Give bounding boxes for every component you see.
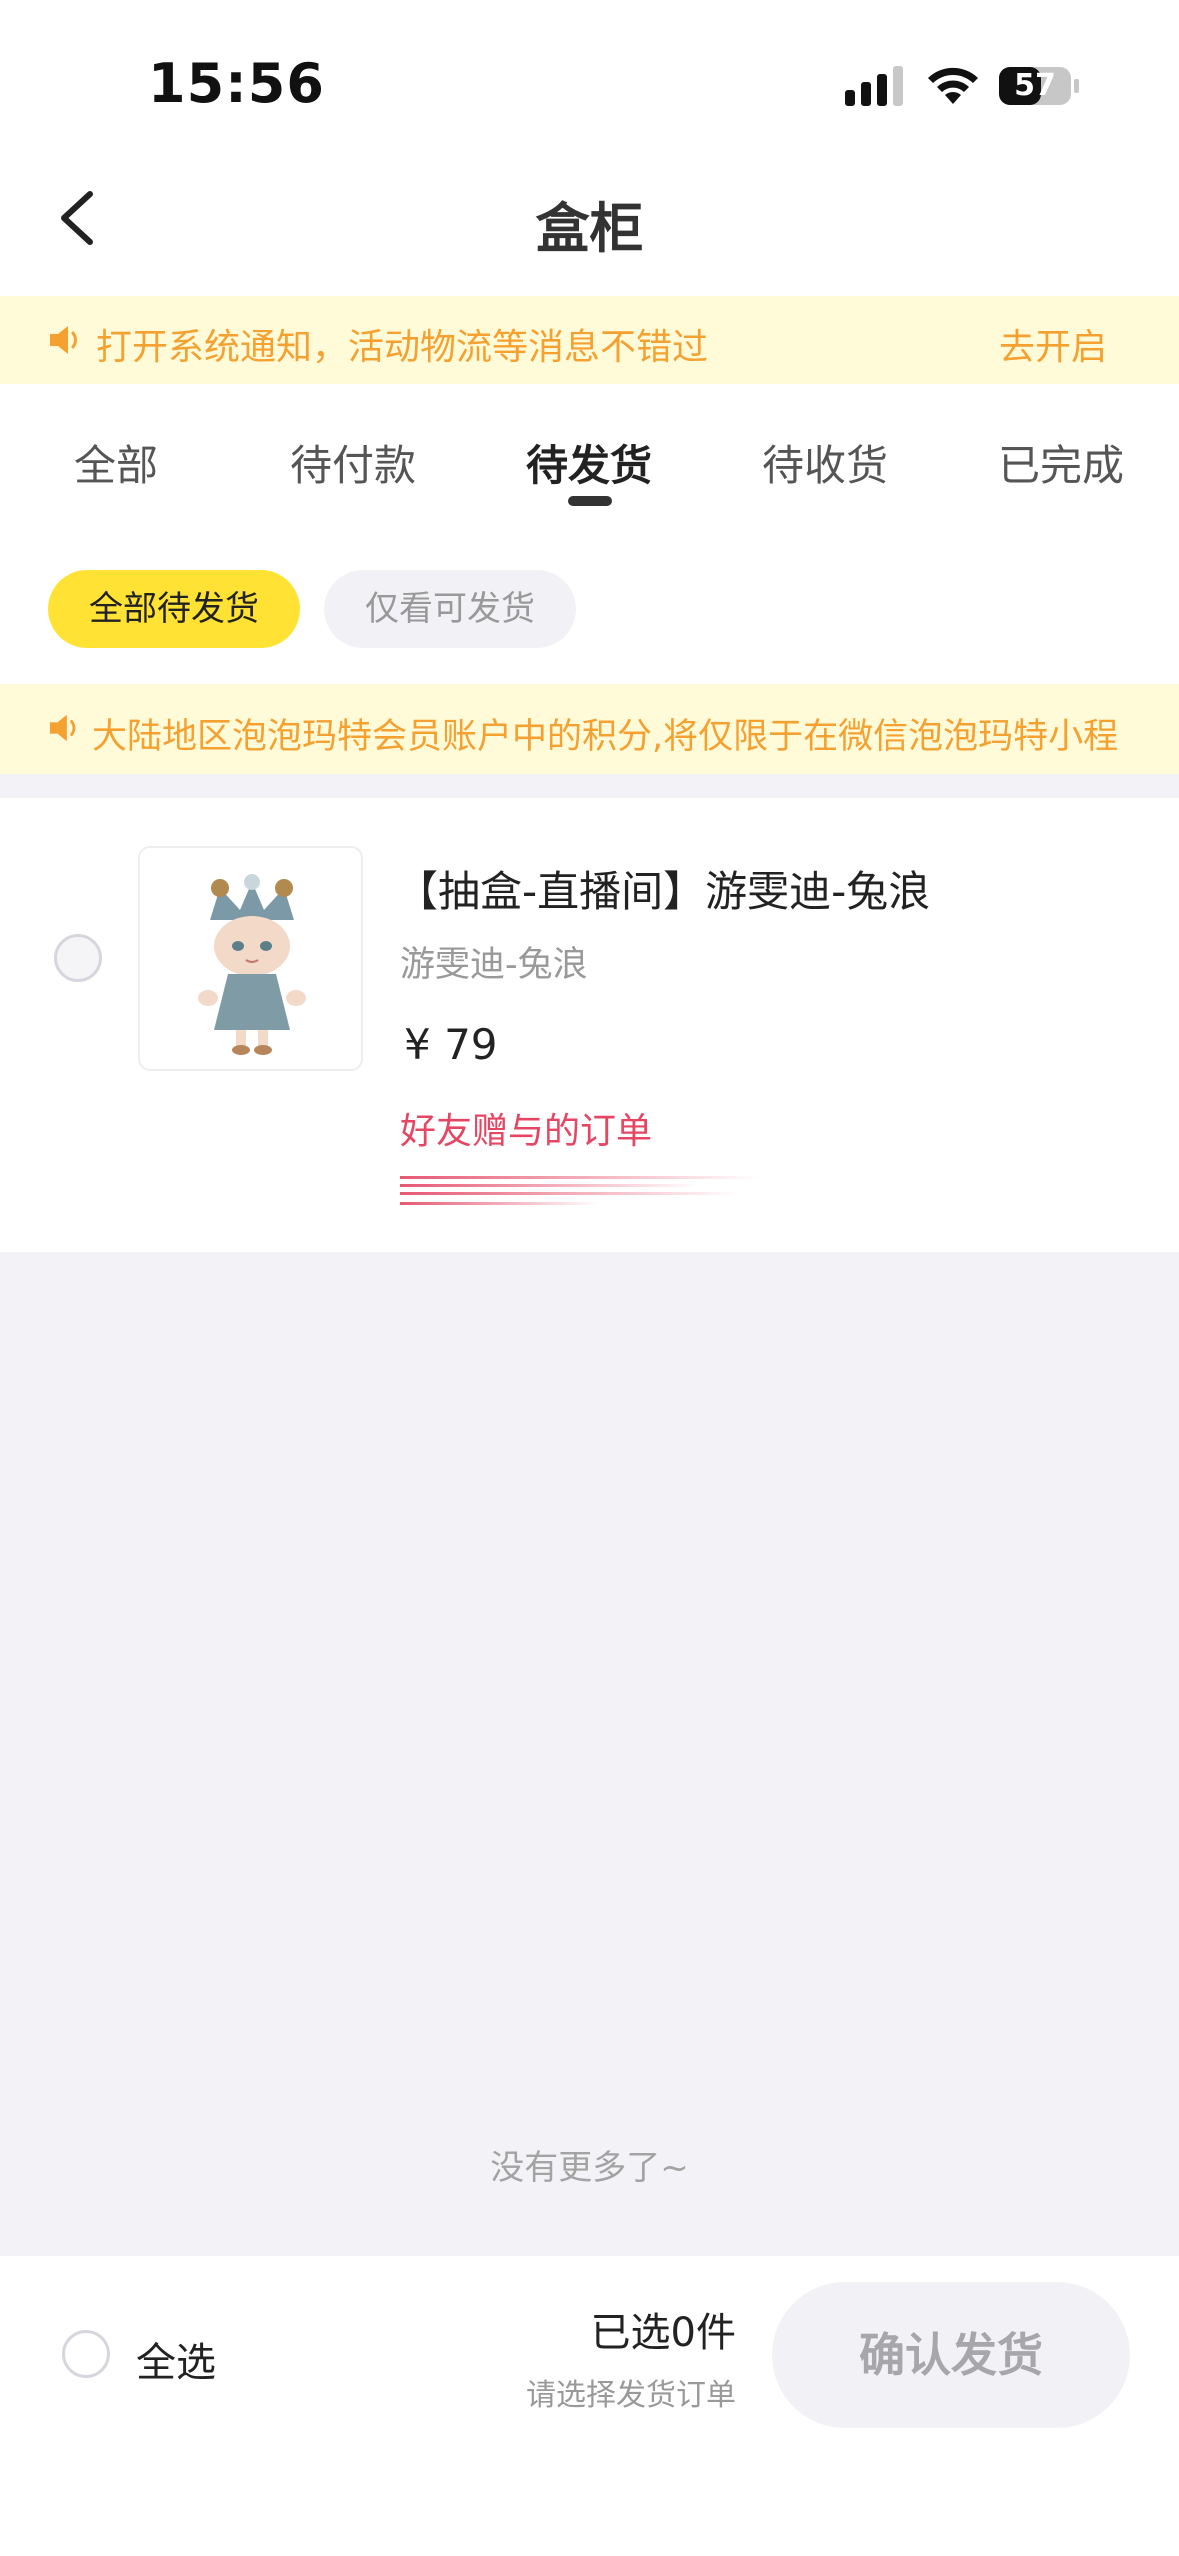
list-end-text: 没有更多了~	[490, 2148, 689, 2188]
speaker-icon	[49, 714, 76, 742]
select-all-checkbox[interactable]	[62, 2330, 110, 2378]
enable-notifications-link[interactable]: 去开启	[999, 318, 1107, 370]
tab-completed[interactable]: 已完成	[998, 432, 1124, 493]
order-select-checkbox[interactable]	[54, 934, 102, 982]
tab-pending-shipment[interactable]: 待发货	[526, 432, 652, 493]
tab-pending-payment[interactable]: 待付款	[290, 432, 416, 493]
tab-all[interactable]: 全部	[74, 432, 158, 493]
battery-level: 57	[1014, 68, 1056, 103]
filter-shippable-only-chip[interactable]: 仅看可发货	[324, 570, 576, 648]
speaker-icon	[50, 326, 77, 354]
active-tab-indicator	[568, 496, 612, 506]
member-points-notice-text: 大陆地区泡泡玛特会员账户中的积分,将仅限于在微信泡泡玛特小程	[92, 717, 1119, 757]
order-variant: 游雯迪-兔浪	[400, 945, 588, 985]
gift-order-label: 好友赠与的订单	[400, 1111, 653, 1152]
order-title[interactable]: 【抽盒-直播间】游雯迪-兔浪	[396, 858, 930, 919]
filter-all-pending-chip[interactable]: 全部待发货	[48, 570, 300, 648]
gift-ribbon-decoration	[400, 1176, 760, 1205]
confirm-shipment-button[interactable]: 确认发货	[772, 2282, 1130, 2428]
battery-icon: 57	[998, 66, 1080, 106]
wifi-icon	[928, 67, 978, 104]
tab-pending-receipt[interactable]: 待收货	[762, 432, 888, 493]
selected-count: 已选0件	[590, 2310, 736, 2356]
order-price: ¥ 79	[404, 1020, 498, 1069]
selection-hint: 请选择发货订单	[526, 2378, 736, 2413]
select-all-label[interactable]: 全选	[136, 2330, 216, 2388]
figurine-image	[198, 874, 306, 1055]
product-thumbnail[interactable]	[138, 846, 363, 1071]
cellular-signal-icon	[845, 66, 903, 106]
status-time: 15:56	[148, 52, 325, 115]
page-title: 盒柜	[535, 197, 644, 260]
notification-text: 打开系统通知，活动物流等消息不错过	[96, 327, 709, 368]
